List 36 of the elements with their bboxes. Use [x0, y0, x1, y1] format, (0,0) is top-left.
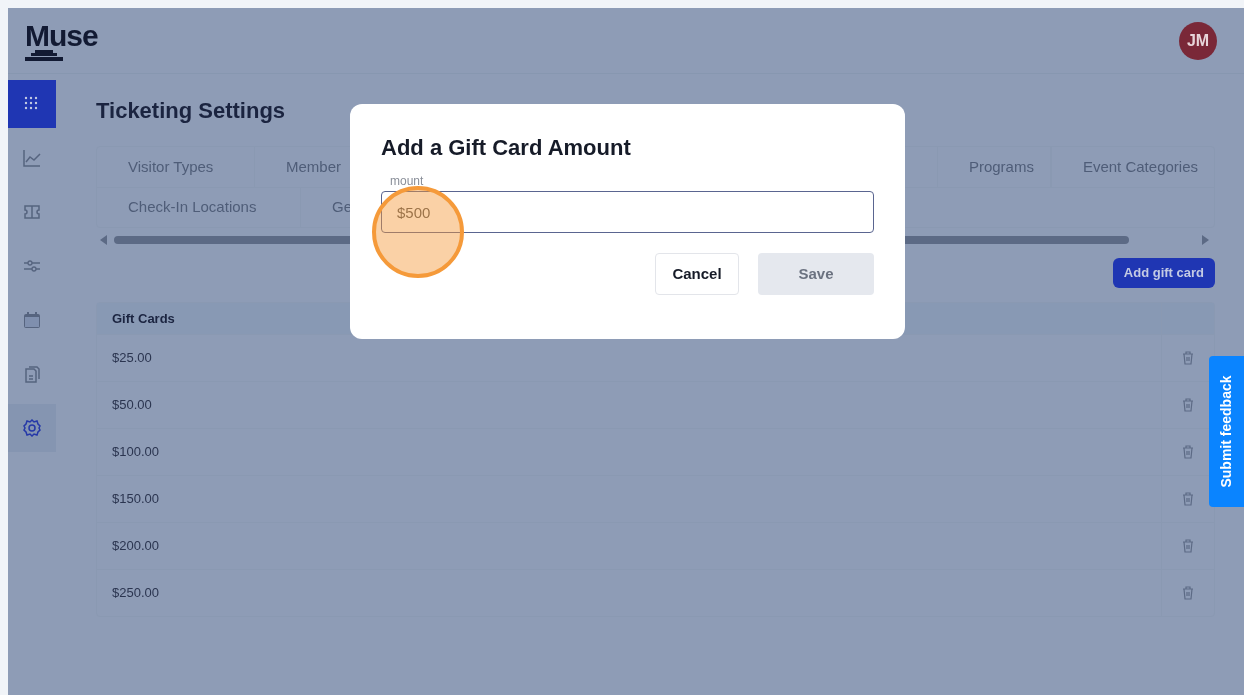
page-title: Ticketing Settings: [96, 97, 287, 125]
documents-icon: [23, 365, 41, 383]
sidebar-item[interactable]: [8, 404, 56, 452]
trash-icon[interactable]: [1182, 351, 1194, 365]
trash-icon[interactable]: [1182, 539, 1194, 553]
scroll-right-icon[interactable]: [1201, 235, 1209, 245]
tab[interactable]: Programs: [936, 147, 1051, 187]
cancel-button[interactable]: Cancel: [655, 253, 739, 295]
ticket-icon: [23, 203, 41, 221]
user-avatar[interactable]: JM: [1179, 21, 1217, 60]
submit-feedback-tab[interactable]: Submit feedback: [1209, 356, 1244, 507]
tab[interactable]: Visitor Types: [97, 147, 255, 187]
table-cell-text: $100.00: [111, 443, 160, 462]
scroll-left-icon[interactable]: [100, 235, 108, 245]
settings-icon: [23, 419, 41, 437]
table-cell-text: $250.00: [111, 584, 160, 603]
table-cell-text: $200.00: [111, 537, 160, 556]
trash-icon[interactable]: [1182, 492, 1194, 506]
column-header: Gift Cards: [111, 309, 176, 328]
tab[interactable]: Event Categories: [1050, 147, 1214, 187]
dialog-title: Add a Gift Card Amount: [381, 134, 632, 162]
table-cell-text: $50.00: [111, 396, 153, 415]
calendar-icon: [23, 311, 41, 329]
sliders-icon: [23, 257, 41, 275]
trash-icon[interactable]: [1182, 398, 1194, 412]
trash-icon[interactable]: [1182, 586, 1194, 600]
chart-icon: [23, 149, 41, 167]
amount-input[interactable]: $500: [381, 191, 874, 233]
tab[interactable]: Member: [255, 147, 375, 187]
field-label: mount: [390, 173, 424, 189]
table-cell-text: $25.00: [111, 349, 153, 368]
trash-icon[interactable]: [1182, 445, 1194, 459]
tab[interactable]: Check-In Locations: [97, 188, 301, 227]
logo: Muse: [25, 19, 98, 62]
add-gift-card-button[interactable]: Add gift card: [1112, 258, 1215, 288]
table-cell-text: $150.00: [111, 490, 160, 509]
